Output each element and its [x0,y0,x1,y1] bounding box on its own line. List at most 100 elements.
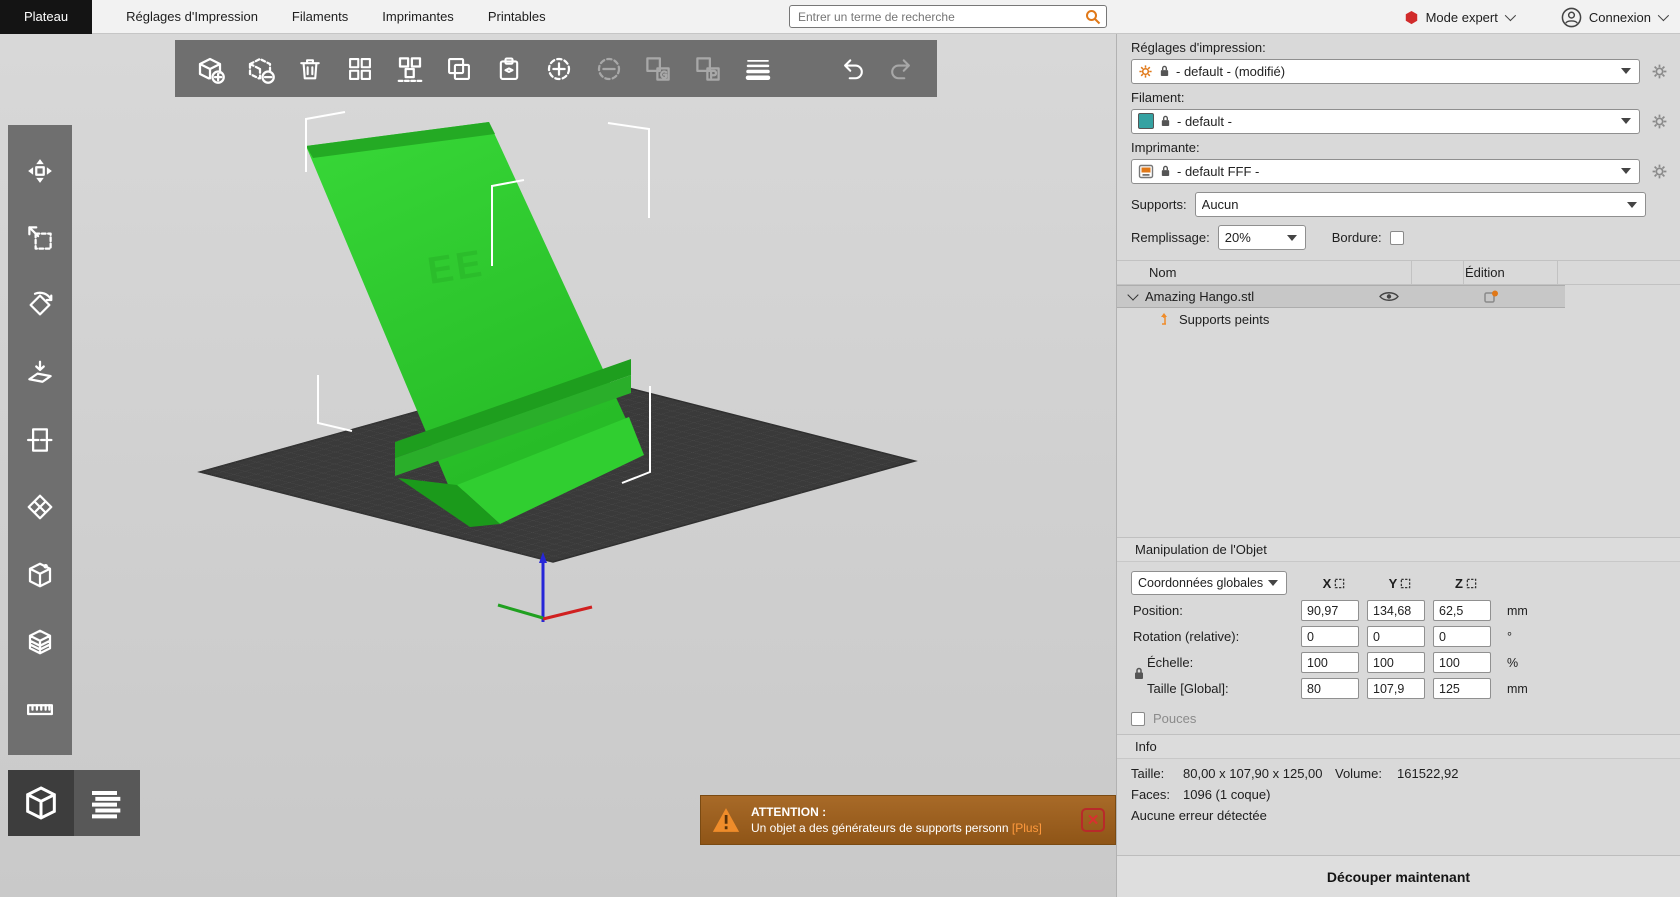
3d-editor-view-button[interactable] [8,770,74,836]
rotation-x-input[interactable] [1301,626,1359,647]
paint-supports-tool-icon[interactable] [17,484,63,530]
gear-icon [1651,163,1668,180]
tab-printables[interactable]: Printables [488,9,546,24]
collapse-caret-icon[interactable] [1127,289,1138,300]
warning-title: ATTENTION : [751,804,1071,820]
visibility-eye-icon[interactable] [1379,290,1399,303]
filament-value: - default - [1177,114,1615,129]
seam-tool-icon[interactable] [17,552,63,598]
chevron-down-icon [1627,202,1637,208]
tab-filaments[interactable]: Filaments [292,9,348,24]
filament-select[interactable]: - default - [1131,109,1640,134]
add-object-icon[interactable] [189,47,232,91]
printer-value: - default FFF - [1177,164,1615,179]
scale-z-input[interactable] [1433,652,1491,673]
cut-tool-icon[interactable] [17,417,63,463]
arrange-bed-icon[interactable] [388,47,431,91]
warning-icon [711,806,741,834]
measure-tool-icon[interactable] [17,686,63,732]
cube-icon [21,783,61,823]
info-faces-value: 1096 (1 coque) [1183,787,1680,802]
top-menu-bar: Plateau Réglages d'Impression Filaments … [0,0,1680,34]
split-to-parts-icon[interactable] [687,47,730,91]
move-tool-icon[interactable] [17,148,63,194]
paste-icon[interactable] [488,47,531,91]
coordinates-select[interactable]: Coordonnées globales [1131,571,1287,595]
info-panel: Info Taille: 80,00 x 107,90 x 125,00 Vol… [1117,734,1680,823]
expert-mode-selector[interactable]: Mode expert [1404,10,1513,25]
position-y-input[interactable] [1367,600,1425,621]
position-z-input[interactable] [1433,600,1491,621]
infill-value: 20% [1225,230,1281,245]
printer-select[interactable]: - default FFF - [1131,159,1640,184]
print-settings-label: Réglages d'impression: [1131,40,1680,55]
manipulation-title: Manipulation de l'Objet [1135,542,1267,557]
filament-color-swatch [1138,113,1154,129]
preview-view-button[interactable] [74,770,140,836]
supports-painted-label: Supports peints [1179,312,1269,327]
delete-all-icon[interactable] [289,47,332,91]
printer-gear-button[interactable] [1646,158,1672,184]
infill-select[interactable]: 20% [1218,225,1306,250]
size-x-input[interactable] [1301,678,1359,699]
arrange-icon[interactable] [338,47,381,91]
print-settings-select[interactable]: - default - (modifié) [1131,59,1640,84]
slice-now-button[interactable]: Découper maintenant [1117,855,1680,897]
scene-canvas[interactable]: EE [0,34,1116,897]
supports-select[interactable]: Aucun [1195,192,1646,217]
position-x-input[interactable] [1301,600,1359,621]
add-instance-icon[interactable] [537,47,580,91]
print-settings-gear-button[interactable] [1646,58,1672,84]
chevron-down-icon [1287,235,1297,241]
chevron-down-icon [1621,118,1631,124]
delete-object-icon[interactable] [239,47,282,91]
coordinates-value: Coordonnées globales [1138,576,1268,590]
infill-label: Remplissage: [1131,230,1210,245]
rotate-tool-icon[interactable] [17,282,63,328]
copy-icon[interactable] [438,47,481,91]
filament-gear-button[interactable] [1646,108,1672,134]
scale-label: Échelle: [1131,655,1301,670]
lock-icon [1159,64,1170,78]
rotation-z-input[interactable] [1433,626,1491,647]
supports-painted-row[interactable]: Supports peints [1117,308,1680,331]
rotation-y-input[interactable] [1367,626,1425,647]
close-icon[interactable]: ✕ [1081,808,1105,832]
3d-viewport[interactable]: EE [0,34,1116,897]
search-icon[interactable] [1085,9,1101,25]
tab-printers[interactable]: Imprimantes [382,9,454,24]
warning-more-link[interactable]: [Plus] [1012,821,1042,835]
gear-icon [1651,63,1668,80]
axis-y-label: Y [1389,576,1398,591]
z-axis-icon [1466,578,1477,589]
multimaterial-paint-tool-icon[interactable] [17,619,63,665]
remove-instance-icon[interactable] [587,47,630,91]
edit-object-icon[interactable] [1483,289,1499,305]
object-name: Amazing Hango.stl [1145,289,1254,304]
scale-x-input[interactable] [1301,652,1359,673]
variable-layer-height-icon[interactable] [737,47,780,91]
undo-icon[interactable] [830,47,873,91]
split-to-objects-icon[interactable] [637,47,680,91]
size-y-input[interactable] [1367,678,1425,699]
info-errors: Aucune erreur détectée [1131,808,1680,823]
inches-checkbox[interactable] [1131,712,1145,726]
search-box[interactable] [789,5,1107,28]
tab-print-settings[interactable]: Réglages d'Impression [126,9,258,24]
size-label: Taille [Global]: [1131,681,1301,696]
lock-icon [1160,114,1171,128]
column-name: Nom [1149,265,1176,280]
scale-tool-icon[interactable] [17,215,63,261]
tab-plateau[interactable]: Plateau [0,0,92,34]
login-button[interactable]: Connexion [1561,7,1666,28]
slice-now-label: Découper maintenant [1327,869,1470,885]
supports-label: Supports: [1131,197,1187,212]
size-z-input[interactable] [1433,678,1491,699]
brim-checkbox[interactable] [1390,231,1404,245]
place-on-face-tool-icon[interactable] [17,350,63,396]
redo-icon[interactable] [880,47,923,91]
uniform-scale-lock-icon[interactable] [1133,666,1145,684]
object-row[interactable]: Amazing Hango.stl [1117,285,1565,308]
scale-y-input[interactable] [1367,652,1425,673]
search-input[interactable] [790,10,1085,24]
